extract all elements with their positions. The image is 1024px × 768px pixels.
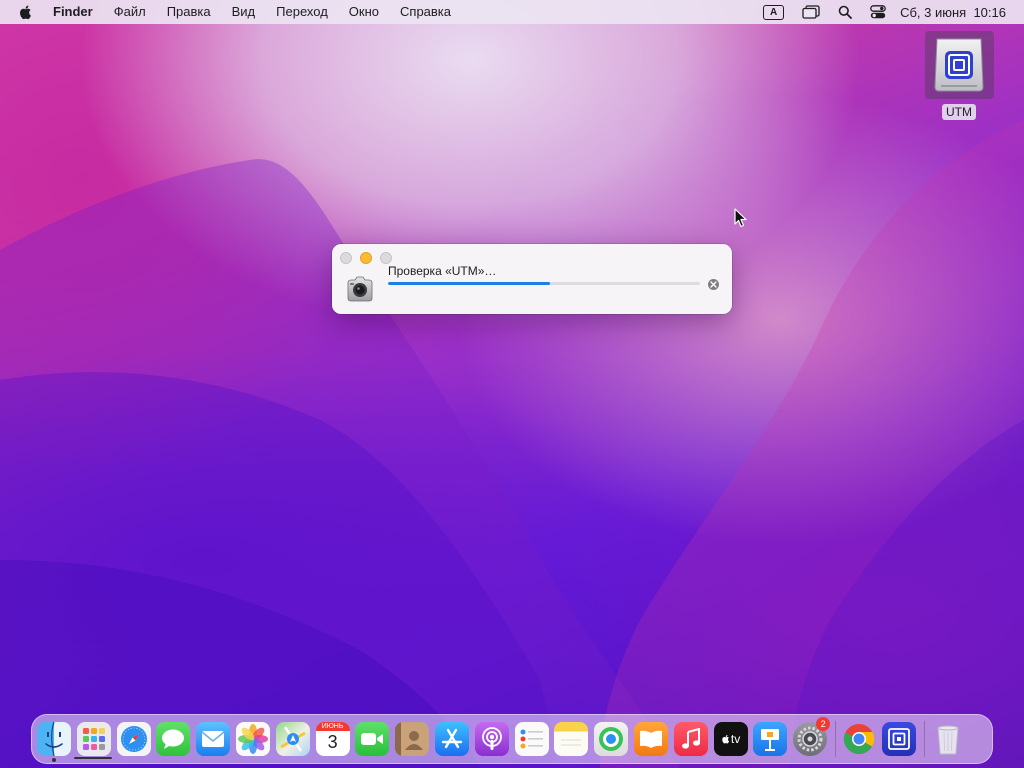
calendar-day: 3 <box>327 732 338 752</box>
menu-view[interactable]: Вид <box>232 0 256 24</box>
keynote-icon <box>761 729 780 751</box>
input-source-icon[interactable]: A <box>763 4 785 20</box>
apple-logo-icon[interactable] <box>18 4 34 20</box>
mail-icon <box>201 731 225 747</box>
progress-fill <box>388 282 551 285</box>
dock-separator <box>923 721 925 757</box>
dock-notes[interactable] <box>554 722 589 756</box>
calendar-month: ИЮНЬ <box>315 722 350 731</box>
menu-go[interactable]: Переход <box>276 0 328 24</box>
spotlight-search-icon[interactable] <box>838 5 852 19</box>
music-icon <box>681 728 700 749</box>
desktop-wallpaper <box>0 0 1024 768</box>
window-controls <box>340 252 400 264</box>
contacts-icon <box>405 731 424 750</box>
menu-help[interactable]: Справка <box>400 0 451 24</box>
reminders-icon <box>520 729 543 749</box>
menu-file[interactable]: Файл <box>114 0 146 24</box>
photos-icon <box>237 724 268 754</box>
messages-icon <box>162 729 185 749</box>
close-button[interactable] <box>340 252 352 264</box>
find-my-icon <box>599 727 624 751</box>
app-store-icon <box>441 728 463 749</box>
dock-music[interactable] <box>673 722 708 756</box>
clock-time: 10:16 <box>973 4 1006 20</box>
menu-bar: Finder Файл Правка Вид Переход Окно Спра… <box>0 0 1024 24</box>
input-source-label: A <box>763 4 785 20</box>
apple-tv-label: tv <box>730 732 741 746</box>
dock-reminders[interactable] <box>514 722 549 756</box>
dock-launchpad[interactable] <box>76 722 111 756</box>
desktop-disk-utm[interactable]: UTM <box>924 31 994 120</box>
dock-messages[interactable] <box>156 722 191 756</box>
dock-calendar[interactable]: ИЮНЬ 3 <box>315 722 350 756</box>
disk-image-icon <box>924 31 994 99</box>
maps-icon <box>280 726 306 752</box>
utm-icon <box>887 728 910 750</box>
dock-photos[interactable] <box>235 722 270 756</box>
dock-apple-tv[interactable]: tv <box>713 722 748 756</box>
dock-mail[interactable] <box>196 722 231 756</box>
gatekeeper-icon <box>347 276 373 302</box>
chrome-icon <box>843 724 875 755</box>
disk-label: UTM <box>942 104 976 120</box>
dock-contacts[interactable] <box>395 722 430 756</box>
stage-manager-icon[interactable] <box>802 5 820 19</box>
dock-app-store[interactable] <box>434 722 469 756</box>
verification-message: Проверка «UTM»… <box>388 264 497 278</box>
dock-finder[interactable] <box>37 722 71 762</box>
dock-maps[interactable] <box>275 722 310 756</box>
verification-progress-bar <box>388 282 700 285</box>
menu-window[interactable]: Окно <box>349 0 379 24</box>
trash-icon <box>936 725 959 755</box>
mouse-pointer-icon <box>734 208 747 228</box>
launchpad-underline <box>74 757 112 759</box>
dock-separator <box>834 721 836 757</box>
books-icon <box>639 730 662 748</box>
verification-window: Проверка «UTM»… <box>332 244 732 314</box>
launchpad-icon <box>82 728 105 750</box>
finder-icon <box>45 722 63 756</box>
menu-app-finder[interactable]: Finder <box>53 0 93 24</box>
dock-safari[interactable] <box>116 722 151 756</box>
zoom-button[interactable] <box>380 252 392 264</box>
stop-x-icon <box>710 281 717 288</box>
dock-chrome[interactable] <box>842 722 876 756</box>
clock-date: Сб, 3 июня <box>900 4 967 20</box>
dock: ИЮНЬ 3 tv 2 <box>31 714 993 764</box>
running-indicator <box>52 758 56 762</box>
podcasts-icon <box>481 727 502 750</box>
minimize-button[interactable] <box>360 252 372 264</box>
facetime-icon <box>361 733 384 745</box>
stop-verification-button[interactable] <box>708 279 719 290</box>
safari-icon <box>120 726 147 752</box>
dock-find-my[interactable] <box>594 722 629 756</box>
dock-keynote[interactable] <box>753 722 788 756</box>
notes-icon <box>561 739 582 746</box>
dock-system-settings[interactable]: 2 <box>793 717 831 756</box>
control-center-icon[interactable] <box>870 5 886 19</box>
notification-badge: 2 <box>816 717 831 731</box>
dock-facetime[interactable] <box>355 722 390 756</box>
dock-trash[interactable] <box>931 722 965 756</box>
apple-tv-icon <box>722 734 729 744</box>
dock-podcasts[interactable] <box>474 722 509 756</box>
dock-books[interactable] <box>633 722 668 756</box>
menu-edit[interactable]: Правка <box>167 0 211 24</box>
menu-clock[interactable]: Сб, 3 июня 10:16 <box>900 5 1006 20</box>
dock-utm[interactable] <box>881 722 916 756</box>
